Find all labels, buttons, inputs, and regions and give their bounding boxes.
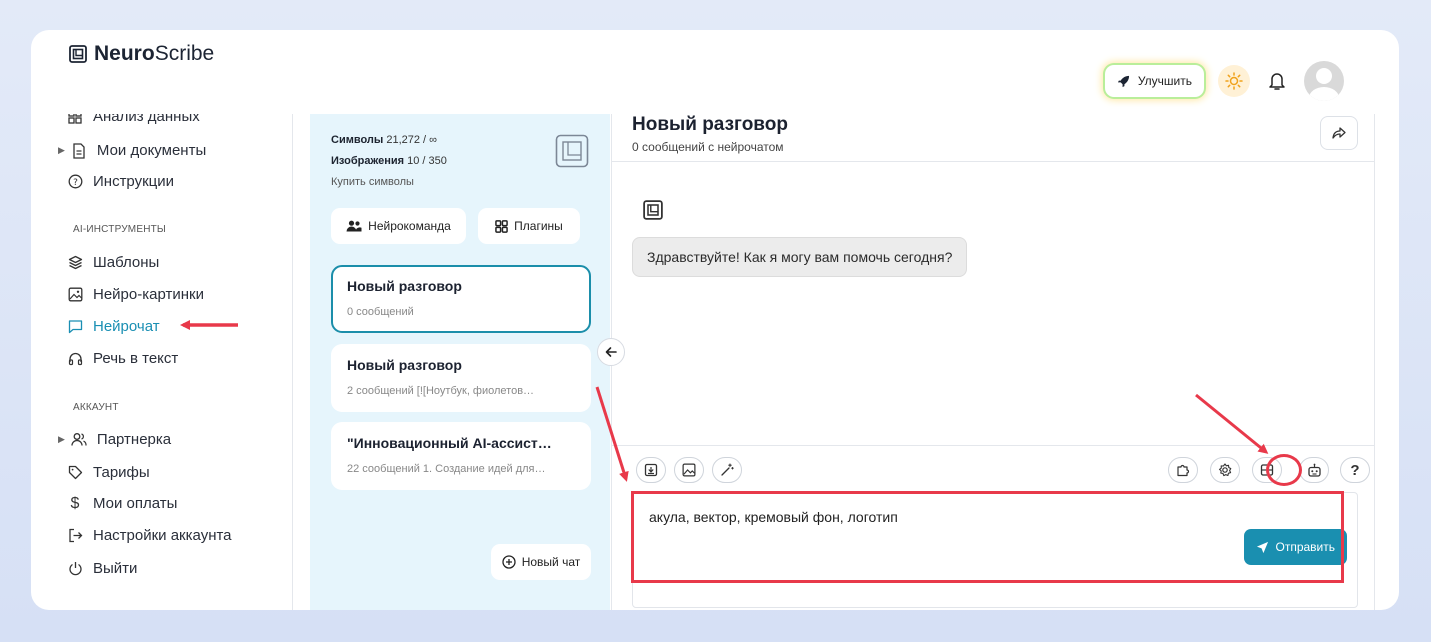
buy-symbols-link[interactable]: Купить символы <box>331 172 447 193</box>
robot-icon <box>1307 463 1321 477</box>
svg-text:?: ? <box>73 178 78 188</box>
header-actions: Улучшить <box>1104 61 1344 101</box>
symbols-counter: Символы 21,272 / ∞ <box>331 134 438 146</box>
upload-button[interactable] <box>636 457 666 483</box>
document-icon <box>71 142 87 159</box>
sidebar-item-my-payments[interactable]: $ Мои оплаты <box>67 494 178 513</box>
plugins-button[interactable]: Плагины <box>478 208 580 244</box>
notifications-button[interactable] <box>1264 66 1290 96</box>
grid-icon <box>495 219 508 233</box>
send-icon <box>1257 541 1269 553</box>
collapse-panel-button[interactable] <box>597 338 625 366</box>
bot-message: Здравствуйте! Как я могу вам помочь сего… <box>632 237 968 277</box>
theme-toggle[interactable] <box>1218 65 1250 97</box>
magic-wand-icon <box>721 463 734 476</box>
divider <box>612 445 1374 446</box>
new-chat-button[interactable]: Новый чат <box>491 544 591 580</box>
share-icon <box>1332 127 1346 139</box>
puzzle-icon <box>1177 464 1190 477</box>
rocket-icon <box>1117 75 1129 87</box>
neuroteam-button[interactable]: Нейрокоманда <box>331 208 466 244</box>
image-icon <box>682 463 696 477</box>
template-button[interactable] <box>1252 457 1282 483</box>
sidebar-item-instructions[interactable]: ? Инструкции <box>67 173 174 190</box>
chat-list-item[interactable]: Новый разговор 0 сообщений <box>331 265 591 333</box>
help-button[interactable]: ? <box>1340 457 1370 483</box>
sidebar-item-logout[interactable]: Выйти <box>67 560 137 577</box>
image-button[interactable] <box>674 457 704 483</box>
sidebar-item-partners[interactable]: ▶ Партнерка <box>58 431 171 448</box>
send-button[interactable]: Отправить <box>1244 529 1347 565</box>
settings-button[interactable] <box>1210 457 1240 483</box>
image-icon <box>67 287 83 303</box>
sun-icon <box>1225 72 1243 90</box>
layout-icon <box>1260 464 1274 476</box>
tag-icon <box>67 465 83 481</box>
upload-icon <box>644 463 658 477</box>
plus-circle-icon <box>502 555 516 569</box>
sidebar-item-tariffs[interactable]: Тарифы <box>67 464 150 481</box>
users-icon <box>71 432 87 448</box>
arrow-left-icon <box>605 347 617 357</box>
layers-icon <box>67 255 83 271</box>
section-ai-tools: AI-ИНСТРУМЕНТЫ <box>73 224 166 235</box>
sidebar-item-account-settings[interactable]: Настройки аккаунта <box>67 527 232 544</box>
help-circle-icon: ? <box>67 174 83 190</box>
gear-icon <box>1218 463 1232 477</box>
credits-info: Символы 21,272 / ∞ Изображения 10 / 350 … <box>331 130 447 193</box>
images-counter: Изображения 10 / 350 <box>331 155 447 167</box>
logo-icon <box>69 45 87 63</box>
message-input[interactable]: акула, вектор, кремовый фон, логотип Отп… <box>632 492 1358 608</box>
plugin-button[interactable] <box>1168 457 1198 483</box>
users-icon <box>346 220 362 232</box>
brand-name: NeuroScribe <box>94 42 215 65</box>
sidebar-item-neurochat[interactable]: Нейрочат <box>67 318 160 335</box>
avatar[interactable] <box>1304 61 1344 101</box>
bell-icon <box>1269 73 1285 90</box>
chat-area: Новый разговор 0 сообщений с нейрочатом … <box>611 114 1375 610</box>
message-input-text: акула, вектор, кремовый фон, логотип <box>649 509 898 525</box>
chat-icon <box>67 319 83 335</box>
chat-list-panel: Символы 21,272 / ∞ Изображения 10 / 350 … <box>310 114 610 610</box>
section-account: АККАУНТ <box>73 402 119 413</box>
divider <box>612 161 1374 162</box>
brand-logo[interactable]: NeuroScribe <box>69 42 214 66</box>
upgrade-button[interactable]: Улучшить <box>1104 65 1204 97</box>
sidebar: Анализ данных ▶ Мои документы ? Инструкц… <box>31 114 293 610</box>
caret-right-icon: ▶ <box>58 434 65 444</box>
sidebar-item-data-analysis[interactable]: Анализ данных <box>67 114 200 125</box>
share-button[interactable] <box>1320 116 1358 150</box>
bot-model-button[interactable] <box>1299 457 1329 483</box>
chat-list-item[interactable]: "Инновационный AI-ассист… 22 сообщений 1… <box>331 422 591 490</box>
sidebar-item-templates[interactable]: Шаблоны <box>67 254 159 271</box>
chat-title: Новый разговор <box>632 114 788 135</box>
bot-avatar-icon <box>643 200 663 220</box>
sidebar-item-speech-to-text[interactable]: Речь в текст <box>67 350 178 367</box>
logo-icon <box>555 134 589 168</box>
chat-list-item[interactable]: Новый разговор 2 сообщений [![Ноутбук, ф… <box>331 344 591 412</box>
chat-subtitle: 0 сообщений с нейрочатом <box>632 140 784 154</box>
sidebar-item-neuro-images[interactable]: Нейро-картинки <box>67 286 204 303</box>
dollar-icon: $ <box>70 494 80 512</box>
power-icon <box>67 561 83 577</box>
caret-right-icon: ▶ <box>58 145 65 155</box>
headphones-icon <box>67 351 83 367</box>
app-window: NeuroScribe Улучшить Анализ данных ▶ Мои… <box>31 30 1399 610</box>
grid-icon <box>67 114 83 125</box>
magic-wand-button[interactable] <box>712 457 742 483</box>
sidebar-item-my-documents[interactable]: ▶ Мои документы <box>58 142 206 159</box>
login-icon <box>67 528 83 544</box>
